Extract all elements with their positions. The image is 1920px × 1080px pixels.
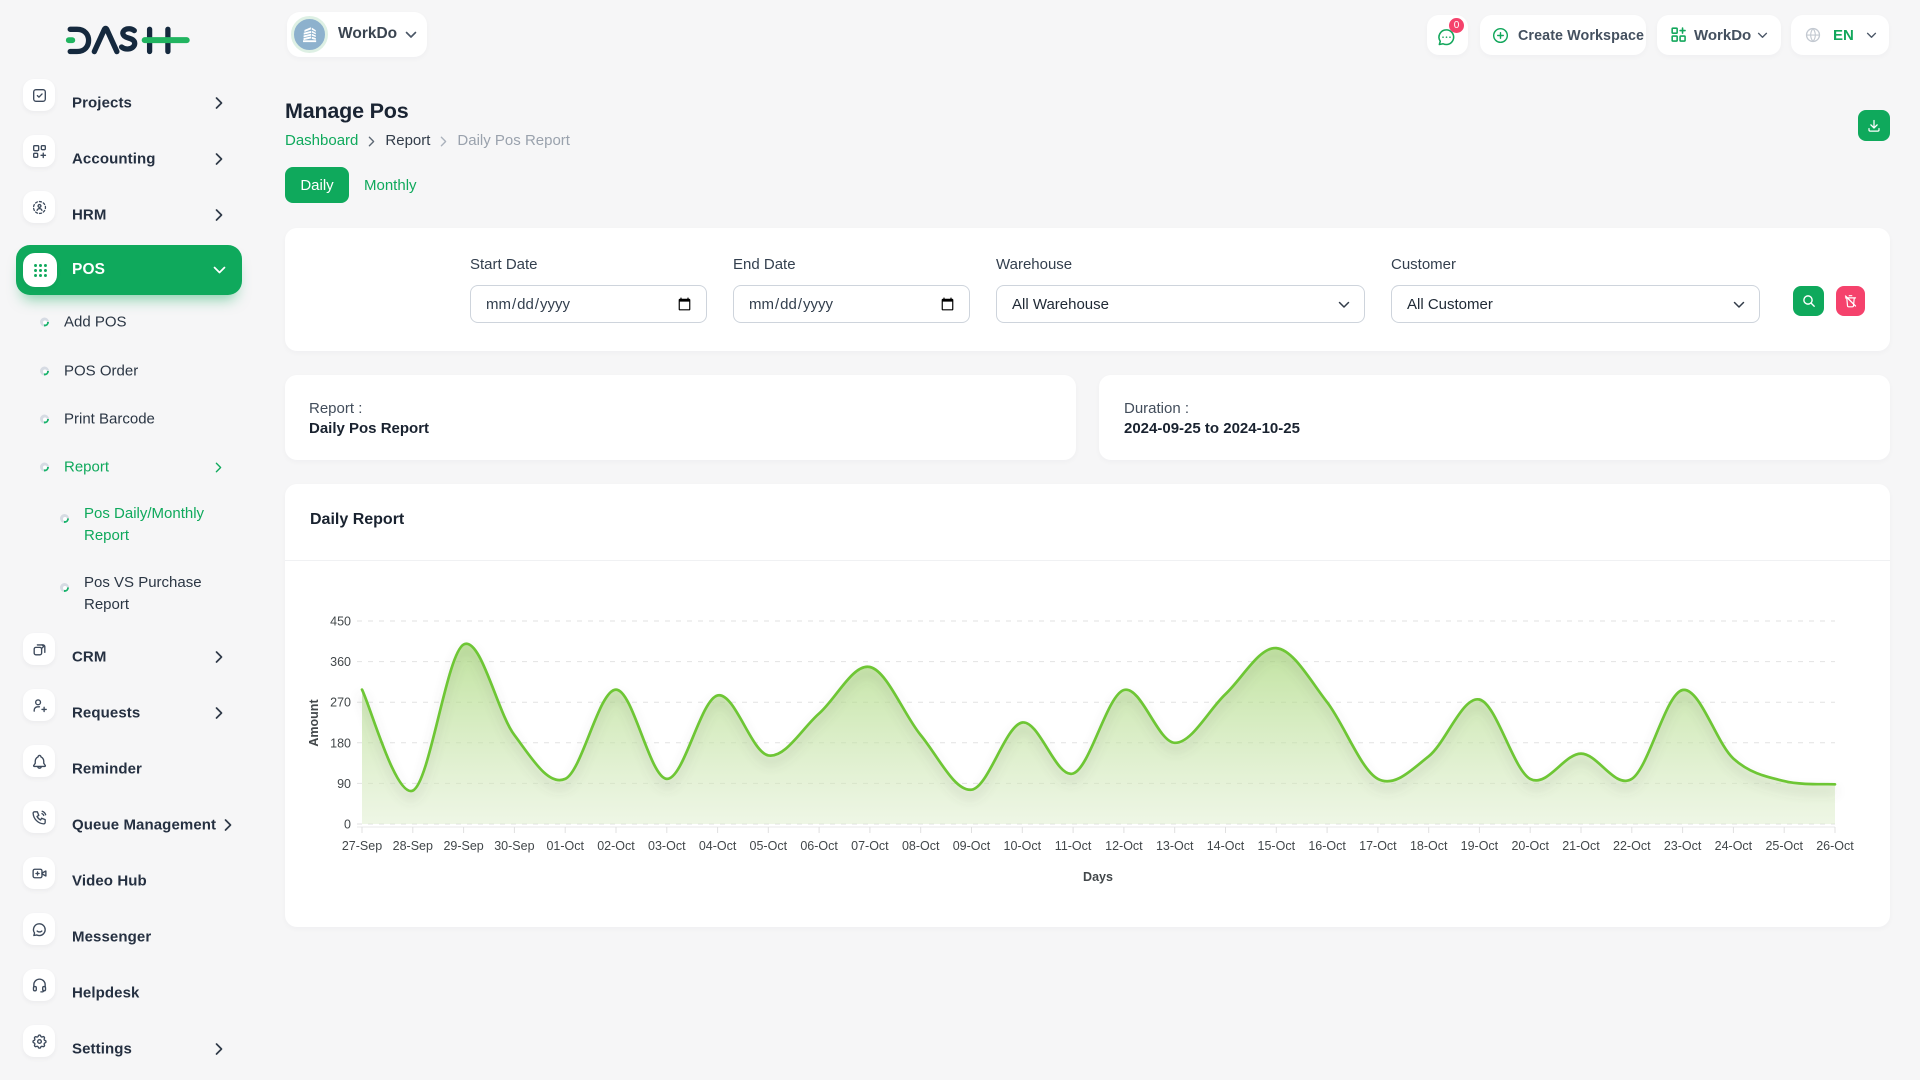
svg-text:04-Oct: 04-Oct	[699, 839, 737, 853]
svg-text:11-Oct: 11-Oct	[1055, 839, 1092, 853]
svg-text:270: 270	[330, 696, 351, 710]
svg-text:19-Oct: 19-Oct	[1461, 839, 1499, 853]
svg-text:13-Oct: 13-Oct	[1156, 839, 1194, 853]
svg-text:20-Oct: 20-Oct	[1511, 839, 1549, 853]
svg-text:25-Oct: 25-Oct	[1765, 839, 1803, 853]
svg-text:17-Oct: 17-Oct	[1359, 839, 1397, 853]
svg-text:12-Oct: 12-Oct	[1105, 839, 1143, 853]
svg-text:18-Oct: 18-Oct	[1410, 839, 1448, 853]
svg-text:24-Oct: 24-Oct	[1715, 839, 1753, 853]
svg-text:0: 0	[344, 818, 351, 832]
svg-text:21-Oct: 21-Oct	[1562, 839, 1600, 853]
svg-text:05-Oct: 05-Oct	[750, 839, 788, 853]
svg-text:28-Sep: 28-Sep	[393, 839, 433, 853]
svg-text:Days: Days	[1083, 870, 1113, 884]
svg-text:90: 90	[337, 777, 351, 791]
svg-text:08-Oct: 08-Oct	[902, 839, 940, 853]
svg-text:02-Oct: 02-Oct	[597, 839, 635, 853]
svg-text:22-Oct: 22-Oct	[1613, 839, 1651, 853]
svg-text:23-Oct: 23-Oct	[1664, 839, 1702, 853]
svg-text:14-Oct: 14-Oct	[1207, 839, 1245, 853]
svg-text:30-Sep: 30-Sep	[494, 839, 534, 853]
svg-text:09-Oct: 09-Oct	[953, 839, 991, 853]
svg-text:15-Oct: 15-Oct	[1258, 839, 1296, 853]
svg-text:03-Oct: 03-Oct	[648, 839, 686, 853]
svg-text:01-Oct: 01-Oct	[546, 839, 584, 853]
svg-text:Amount: Amount	[307, 699, 321, 747]
svg-text:29-Sep: 29-Sep	[443, 839, 483, 853]
svg-text:360: 360	[330, 655, 351, 669]
svg-text:07-Oct: 07-Oct	[851, 839, 889, 853]
svg-text:06-Oct: 06-Oct	[800, 839, 838, 853]
svg-text:10-Oct: 10-Oct	[1004, 839, 1042, 853]
svg-text:26-Oct: 26-Oct	[1816, 839, 1854, 853]
svg-text:180: 180	[330, 736, 351, 750]
svg-text:27-Sep: 27-Sep	[342, 839, 382, 853]
svg-text:16-Oct: 16-Oct	[1308, 839, 1346, 853]
svg-text:450: 450	[330, 615, 351, 629]
